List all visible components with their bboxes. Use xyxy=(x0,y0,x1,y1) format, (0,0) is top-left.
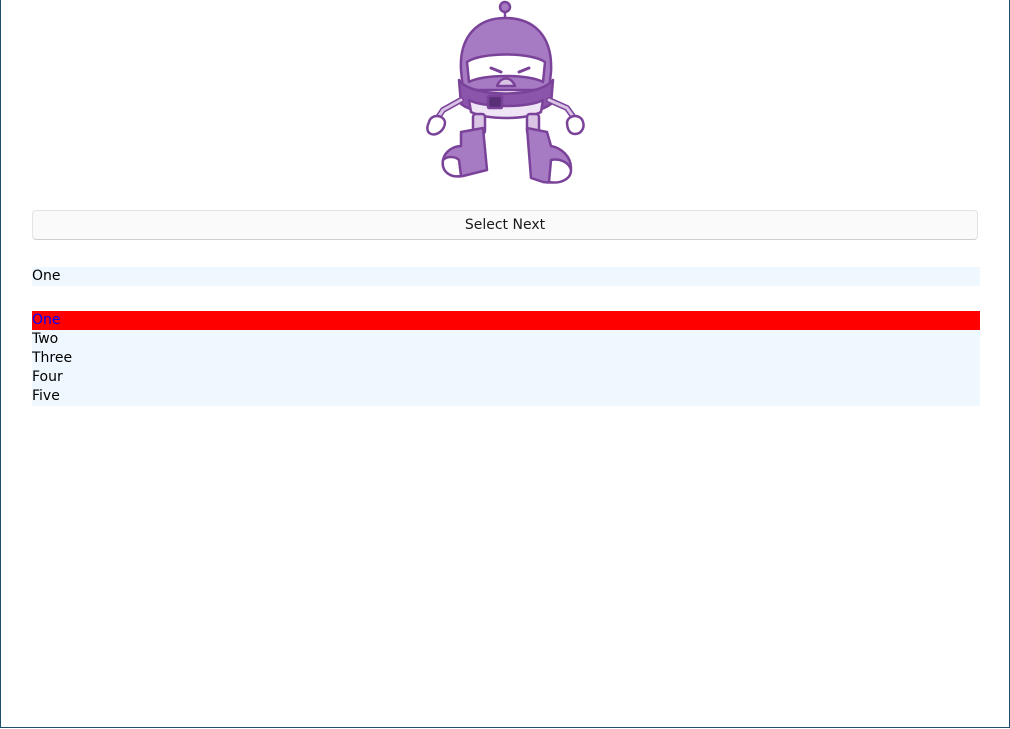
list-item-two[interactable]: Two xyxy=(32,330,980,349)
app-window: Select Next One One Two Three Four Five xyxy=(0,0,1010,728)
list-item-one[interactable]: One xyxy=(32,311,980,330)
list-item-four[interactable]: Four xyxy=(32,368,980,387)
items-list: One Two Three Four Five xyxy=(32,311,980,406)
list-item-three[interactable]: Three xyxy=(32,349,980,368)
list-item-five[interactable]: Five xyxy=(32,387,980,406)
selected-item-label: One xyxy=(32,267,980,286)
select-next-button[interactable]: Select Next xyxy=(32,210,978,240)
dotnet-bot-icon xyxy=(426,0,585,184)
